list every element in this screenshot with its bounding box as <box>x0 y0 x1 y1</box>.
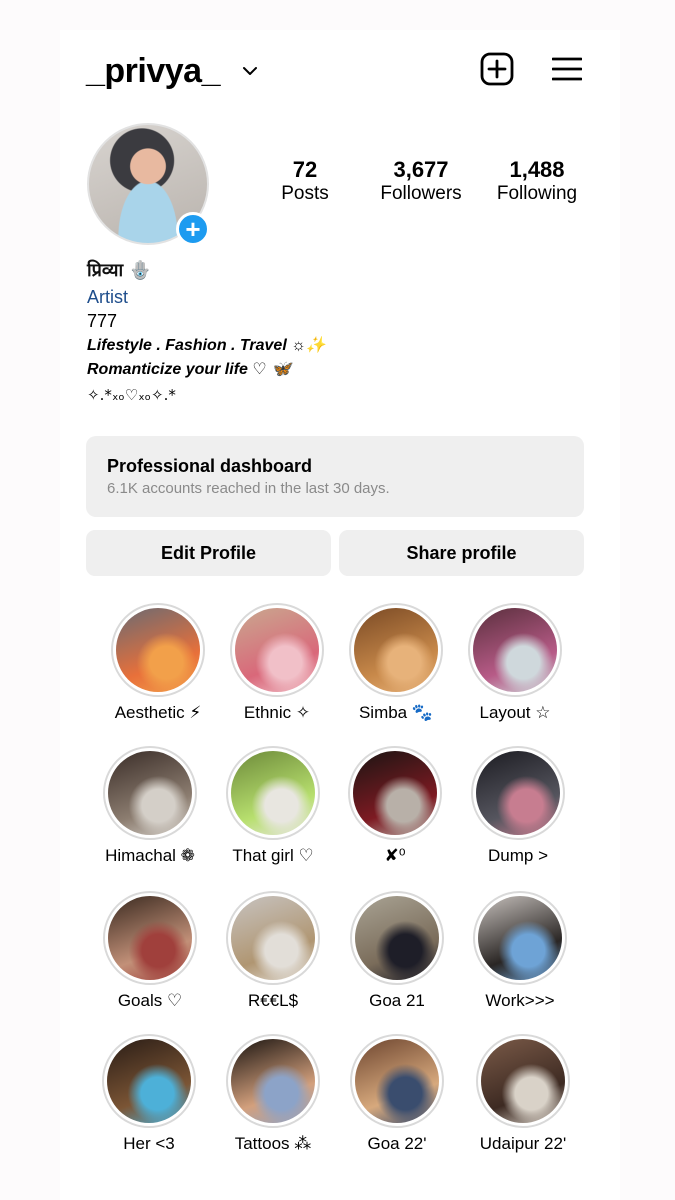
highlight-cover-ring <box>111 603 205 697</box>
highlight-cover-ring <box>226 891 320 985</box>
highlight-cover-ring <box>350 1034 444 1128</box>
highlight-cover-image <box>231 896 315 980</box>
highlight-label: ✘⁰ <box>384 846 406 865</box>
profile-stats: 72 Posts 3,677 Followers 1,488 Following <box>250 157 600 217</box>
stat-followers[interactable]: 3,677 Followers <box>370 157 472 205</box>
highlight-cover-image <box>108 751 192 835</box>
story-highlight[interactable]: ✘⁰ <box>340 746 450 866</box>
highlight-cover-image <box>355 896 439 980</box>
dashboard-title: Professional dashboard <box>107 456 313 476</box>
highlight-label: Layout ☆ <box>479 703 551 722</box>
highlight-label: R€€L$ <box>247 991 299 1010</box>
highlight-cover-image <box>231 1039 315 1123</box>
dashboard-subtitle: 6.1K accounts reached in the last 30 day… <box>107 480 390 497</box>
story-highlight[interactable]: Goa 21 <box>342 891 452 1011</box>
highlight-label: That girl ♡ <box>232 846 314 865</box>
add-story-plus-icon[interactable]: + <box>176 212 210 246</box>
highlight-cover-ring <box>349 603 443 697</box>
username-switcher[interactable]: _privya_ <box>86 52 221 91</box>
highlight-cover-ring <box>350 891 444 985</box>
highlight-label: Goals ♡ <box>117 991 183 1010</box>
highlight-cover-ring <box>226 746 320 840</box>
highlight-cover-ring <box>473 891 567 985</box>
highlight-cover-image <box>354 608 438 692</box>
following-count: 1,488 <box>509 157 565 182</box>
highlight-cover-image <box>235 608 319 692</box>
highlight-cover-ring <box>471 746 565 840</box>
professional-dashboard-card[interactable]: Professional dashboard 6.1K accounts rea… <box>86 436 584 517</box>
bio-line-2: Lifestyle . Fashion . Travel ☼✨ <box>87 337 326 354</box>
bio-line-3: Romanticize your life ♡ 🦋 <box>87 361 292 378</box>
highlight-label: Simba 🐾 <box>358 703 434 722</box>
story-highlight[interactable]: Tattoos ⁂ <box>218 1034 328 1154</box>
highlight-cover-ring <box>468 603 562 697</box>
story-highlight[interactable]: Dump > <box>463 746 573 866</box>
following-label: Following <box>496 183 578 204</box>
highlight-cover-image <box>476 751 560 835</box>
highlight-label: Aesthetic ⚡ <box>114 703 202 722</box>
story-highlight[interactable]: Udaipur 22' <box>468 1034 578 1154</box>
posts-label: Posts <box>281 183 329 204</box>
followers-label: Followers <box>380 183 462 204</box>
highlight-label: Work>>> <box>485 991 555 1010</box>
posts-count: 72 <box>292 157 318 182</box>
highlight-cover-image <box>473 608 557 692</box>
highlight-label: Himachal ❁ <box>105 846 195 865</box>
highlight-cover-image <box>478 896 562 980</box>
story-highlight[interactable]: Simba 🐾 <box>341 603 451 723</box>
followers-count: 3,677 <box>393 157 449 182</box>
profile-bio: प्रिव्या 🪬 Artist 777 Lifestyle . Fashio… <box>87 258 487 410</box>
profile-header: _privya_ <box>86 50 586 94</box>
category-label[interactable]: Artist <box>87 287 487 311</box>
story-highlight[interactable]: Work>>> <box>465 891 575 1011</box>
chevron-down-icon[interactable] <box>241 62 259 80</box>
story-highlight[interactable]: R€€L$ <box>218 891 328 1011</box>
story-highlight[interactable]: Aesthetic ⚡ <box>103 603 213 723</box>
stat-posts[interactable]: 72 Posts <box>270 157 340 205</box>
highlight-label: Ethnic ✧ <box>243 703 311 722</box>
highlight-cover-image <box>108 896 192 980</box>
highlight-cover-image <box>231 751 315 835</box>
share-profile-button[interactable]: Share profile <box>339 530 584 576</box>
story-highlight[interactable]: Her <3 <box>94 1034 204 1154</box>
highlight-label: Goa 22' <box>367 1134 427 1153</box>
highlight-cover-ring <box>476 1034 570 1128</box>
highlight-label: Tattoos ⁂ <box>234 1134 312 1153</box>
highlight-cover-ring <box>102 1034 196 1128</box>
create-new-plus-square-icon[interactable] <box>480 52 514 86</box>
highlight-cover-image <box>107 1039 191 1123</box>
highlight-cover-image <box>355 1039 439 1123</box>
highlight-label: Udaipur 22' <box>479 1134 567 1153</box>
highlight-cover-ring <box>226 1034 320 1128</box>
edit-profile-button[interactable]: Edit Profile <box>86 530 331 576</box>
display-name: प्रिव्या 🪬 <box>87 260 152 281</box>
highlight-cover-ring <box>230 603 324 697</box>
story-highlight[interactable]: Himachal ❁ <box>95 746 205 866</box>
story-highlight[interactable]: Ethnic ✧ <box>222 603 332 723</box>
highlight-label: Goa 21 <box>369 991 425 1010</box>
stat-following[interactable]: 1,488 Following <box>490 157 584 205</box>
highlight-cover-ring <box>348 746 442 840</box>
bio-line-1: 777 <box>87 311 118 331</box>
story-highlight[interactable]: Layout ☆ <box>460 603 570 723</box>
story-highlight[interactable]: Goals ♡ <box>95 891 205 1011</box>
story-highlight[interactable]: Goa 22' <box>342 1034 452 1154</box>
highlight-cover-image <box>481 1039 565 1123</box>
highlight-cover-ring <box>103 746 197 840</box>
bio-line-4: ✧.*ₓₒ♡ₓₒ✧.* <box>87 386 176 404</box>
story-highlight[interactable]: That girl ♡ <box>218 746 328 866</box>
highlight-cover-image <box>116 608 200 692</box>
hamburger-menu-icon[interactable] <box>552 56 582 82</box>
highlight-cover-ring <box>103 891 197 985</box>
highlight-label: Dump > <box>488 846 548 865</box>
highlight-cover-image <box>353 751 437 835</box>
highlight-label: Her <3 <box>123 1134 175 1153</box>
